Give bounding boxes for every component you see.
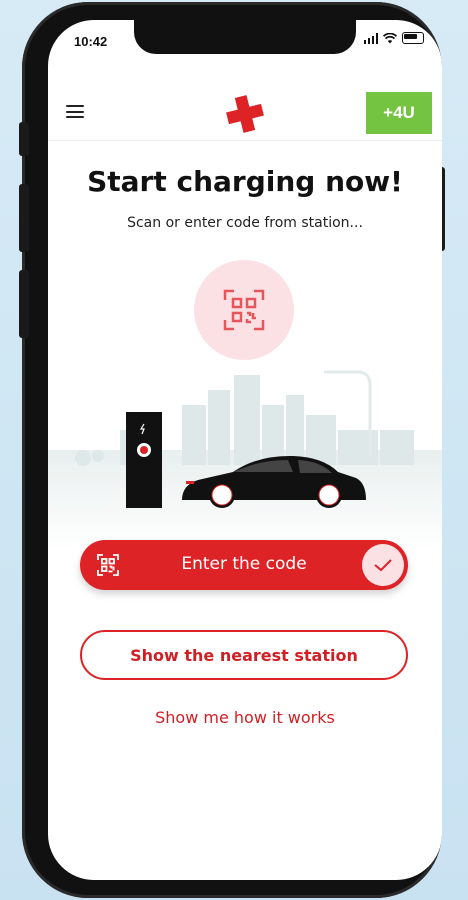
battery-icon — [402, 32, 424, 44]
plus4u-button[interactable]: +4U — [366, 92, 432, 134]
qr-scan-button[interactable] — [194, 260, 294, 360]
enter-code-button[interactable]: Enter the code — [80, 540, 408, 590]
how-it-works-link[interactable]: Show me how it works — [48, 708, 442, 727]
enter-code-label: Enter the code — [181, 554, 307, 574]
app-screen: 10:42 +4U Start charging now! Scan or en… — [48, 20, 442, 880]
phone-side-button — [19, 122, 29, 156]
signal-icon — [363, 32, 378, 44]
red-cross-logo — [226, 95, 264, 133]
status-time: 10:42 — [74, 34, 108, 49]
qr-code-icon — [223, 289, 265, 331]
wifi-icon — [383, 32, 397, 43]
hamburger-menu-icon[interactable] — [66, 105, 84, 118]
charging-illustration — [48, 370, 442, 550]
checkmark-icon — [362, 544, 404, 586]
phone-volume-up — [19, 184, 29, 252]
page-subtitle: Scan or enter code from station... — [127, 215, 363, 231]
page-title: Start charging now! — [87, 165, 403, 198]
app-header: +4U — [48, 72, 442, 141]
phone-volume-down — [19, 270, 29, 338]
notch — [134, 20, 356, 54]
nearest-station-button[interactable]: Show the nearest station — [80, 630, 408, 680]
status-icons — [363, 32, 424, 44]
